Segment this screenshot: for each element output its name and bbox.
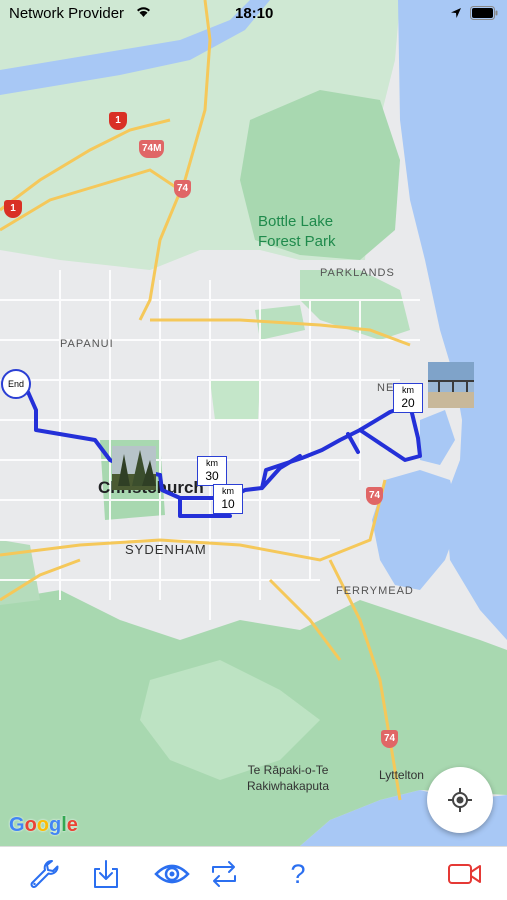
km-marker-10[interactable]: km 10 [213, 484, 243, 514]
km-unit-label: km [222, 486, 234, 496]
google-logo: Google [9, 814, 78, 837]
photo-thumbnail-new-brighton[interactable] [428, 362, 474, 408]
km-value-label: 30 [205, 469, 219, 483]
repeat-arrows-icon [212, 861, 236, 887]
repeat-button[interactable] [207, 857, 241, 891]
km-marker-20[interactable]: km 20 [393, 383, 423, 413]
km-unit-label: km [206, 458, 218, 468]
video-camera-icon [448, 864, 481, 884]
photo-image [112, 446, 156, 490]
crosshair-icon [448, 788, 472, 812]
settings-button[interactable] [27, 857, 61, 891]
help-button[interactable]: ? [281, 857, 315, 891]
eye-icon [154, 864, 190, 884]
km-value-label: 20 [401, 396, 415, 410]
google-logo-text: Google [9, 814, 78, 836]
bottom-toolbar: ? [0, 846, 507, 900]
visibility-button[interactable] [153, 857, 191, 891]
photo-thumbnail-christchurch[interactable] [112, 446, 156, 490]
route-end-marker[interactable]: End [1, 369, 31, 399]
km-marker-30[interactable]: km 30 [197, 456, 227, 486]
route-track [26, 390, 422, 518]
current-location-button[interactable] [427, 767, 493, 833]
km-value-label: 10 [221, 497, 235, 511]
wrench-icon [30, 860, 59, 888]
download-tray-icon [94, 860, 118, 888]
km-unit-label: km [402, 385, 414, 395]
import-button[interactable] [89, 857, 123, 891]
record-video-button[interactable] [446, 857, 484, 891]
map-view[interactable]: Network Provider 18:10 Bottle Lake Forest… [0, 0, 507, 846]
photo-image [428, 362, 474, 408]
